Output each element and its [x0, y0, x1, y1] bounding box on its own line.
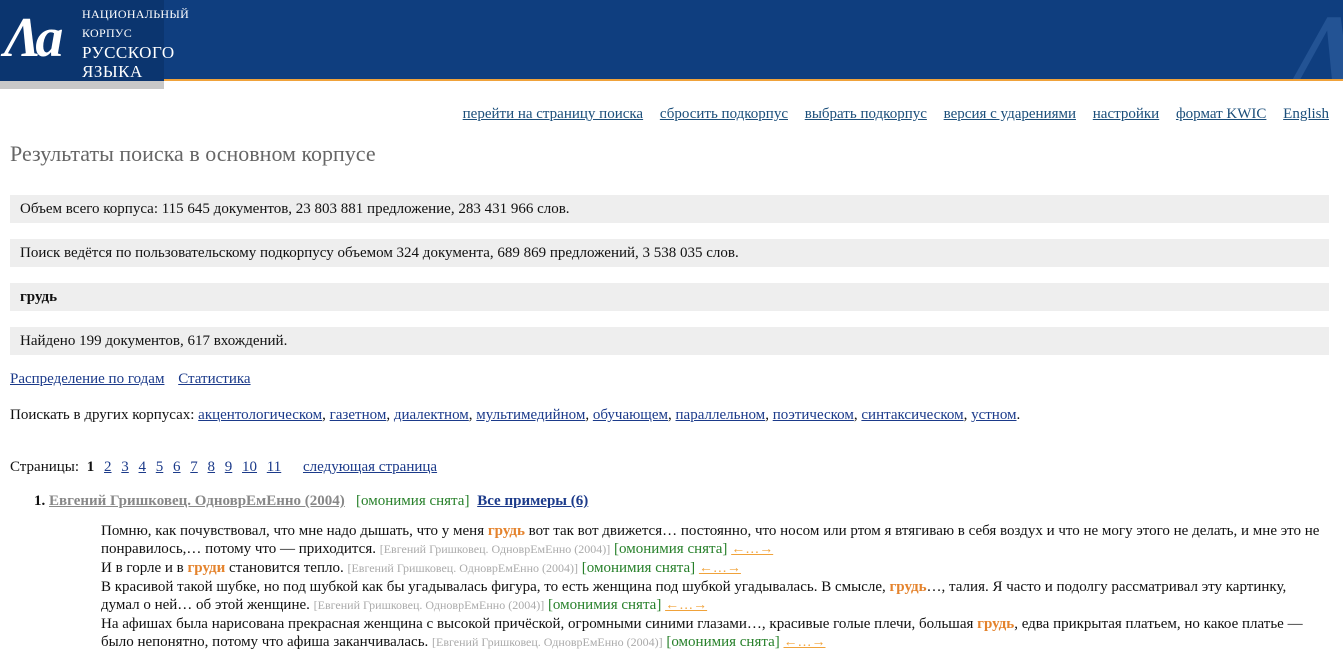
page-link[interactable]: 10	[242, 459, 257, 475]
snippet-source: [Евгений Гришковец. ОдноврЕмЕнно (2004)]	[347, 561, 579, 575]
snippet-homonymy: [омонимия снята]	[547, 597, 662, 613]
page-link[interactable]: 9	[225, 459, 233, 475]
statistics-link[interactable]: Статистика	[178, 371, 250, 387]
watermark-logo-icon: Λ	[1290, 0, 1343, 81]
year-distribution-link[interactable]: Распределение по годам	[10, 371, 164, 387]
corpus-link[interactable]: поэтическом	[773, 407, 854, 423]
homonymy-label: [омонимия снята]	[356, 493, 470, 509]
document-header: 1. Евгений Гришковец. ОдноврЕмЕнно (2004…	[34, 493, 588, 510]
other-corpora: Поискать в других корпусах: акцентологич…	[10, 407, 1021, 423]
page-link[interactable]: 6	[173, 459, 181, 475]
corpus-link[interactable]: мультимедийном	[476, 407, 585, 423]
snippet-hit: грудь	[889, 579, 927, 595]
page-title: Результаты поиска в основном корпусе	[10, 141, 376, 166]
expand-context-link[interactable]: ←…→	[699, 561, 741, 576]
snippet-hit: грудь	[977, 616, 1015, 632]
snippet-homonymy: [омонимия снята]	[614, 541, 728, 557]
corpus-link[interactable]: газетном	[330, 407, 387, 423]
nav-english[interactable]: English	[1283, 106, 1329, 122]
snippet: И в горле и в груди становится тепло. [Е…	[101, 559, 1326, 578]
nav-kwic-format[interactable]: формат KWIC	[1176, 106, 1266, 122]
snippet-hit: грудь	[487, 523, 525, 539]
other-corpora-label: Поискать в других корпусах:	[10, 407, 195, 423]
nav-reset-subcorpus[interactable]: сбросить подкорпус	[660, 106, 788, 122]
snippet: На афишах была нарисована прекрасная жен…	[101, 615, 1326, 652]
snippet-hit: груди	[187, 560, 226, 576]
page-link[interactable]: 8	[208, 459, 216, 475]
page-link[interactable]: 4	[139, 459, 147, 475]
corpus-size-box: Объем всего корпуса: 115 645 документов,…	[10, 195, 1329, 223]
page-link[interactable]: 7	[190, 459, 198, 475]
site-header: Λа НАЦИОНАЛЬНЫЙ КОРПУС РУССКОГО ЯЗЫКА Λ	[0, 0, 1343, 81]
expand-context-link[interactable]: ←…→	[731, 542, 773, 557]
page-link[interactable]: 3	[121, 459, 129, 475]
snippets-list: Помню, как почувствовал, что мне надо ды…	[101, 522, 1326, 652]
snippet-text: На афишах была нарисована прекрасная жен…	[101, 616, 978, 632]
expand-context-link[interactable]: ←…→	[665, 598, 707, 613]
subcorpus-box: Поиск ведётся по пользовательскому подко…	[10, 239, 1329, 267]
snippet-text: В красивой такой шубке, но под шубкой ка…	[101, 579, 890, 595]
corpus-link[interactable]: обучающем	[593, 407, 668, 423]
snippet-source: [Евгений Гришковец. ОдноврЕмЕнно (2004)]	[432, 635, 663, 649]
logo-line-2: РУССКОГО	[82, 43, 175, 62]
snippet-source: [Евгений Гришковец. ОдноврЕмЕнно (2004)]	[313, 598, 545, 612]
snippet-source: [Евгений Гришковец. ОдноврЕмЕнно (2004)]	[379, 542, 611, 556]
document-number: 1.	[34, 493, 46, 509]
nav-settings[interactable]: настройки	[1093, 106, 1159, 122]
current-page: 1	[86, 459, 95, 475]
next-page-link[interactable]: следующая страница	[303, 459, 437, 475]
query-box: грудь	[10, 283, 1329, 311]
snippet: Помню, как почувствовал, что мне надо ды…	[101, 522, 1326, 559]
snippet-text: становится тепло.	[225, 560, 348, 576]
all-examples-link[interactable]: Все примеры (6)	[477, 493, 588, 509]
found-box: Найдено 199 документов, 617 вхождений.	[10, 327, 1329, 355]
page-link[interactable]: 11	[267, 459, 281, 475]
corpus-link[interactable]: акцентологическом	[198, 407, 322, 423]
corpus-link[interactable]: диалектном	[394, 407, 469, 423]
pagination: Страницы: 1 2 3 4 5 6 7 8 9 10 11 следую…	[10, 459, 437, 476]
snippet-homonymy: [омонимия снята]	[581, 560, 696, 576]
document-title-link[interactable]: Евгений Гришковец. ОдноврЕмЕнно (2004)	[49, 493, 345, 509]
top-navigation: перейти на страницу поиска сбросить подк…	[450, 106, 1329, 123]
snippet-text: И в горле и в	[101, 560, 188, 576]
page-link[interactable]: 2	[104, 459, 112, 475]
header-grey-strip	[0, 81, 164, 89]
nav-search-page[interactable]: перейти на страницу поиска	[463, 106, 643, 122]
snippet-text: Помню, как почувствовал, что мне надо ды…	[101, 523, 488, 539]
logo-line-1: НАЦИОНАЛЬНЫЙ КОРПУС	[82, 7, 190, 40]
corpus-link[interactable]: параллельном	[676, 407, 766, 423]
page-link[interactable]: 5	[156, 459, 164, 475]
corpus-link[interactable]: устном	[971, 407, 1016, 423]
pages-label: Страницы:	[10, 459, 80, 475]
nav-stress-version[interactable]: версия с ударениями	[944, 106, 1076, 122]
corpus-link[interactable]: синтаксическом	[861, 407, 963, 423]
stats-links: Распределение по годам Статистика	[10, 371, 261, 388]
snippet: В красивой такой шубке, но под шубкой ка…	[101, 578, 1326, 615]
logo-icon: Λа	[4, 7, 63, 69]
header-accent-line	[164, 79, 1343, 81]
logo-text: НАЦИОНАЛЬНЫЙ КОРПУС РУССКОГО ЯЗЫКА	[82, 5, 189, 81]
logo-block[interactable]: Λа НАЦИОНАЛЬНЫЙ КОРПУС РУССКОГО ЯЗЫКА	[0, 0, 189, 81]
nav-select-subcorpus[interactable]: выбрать подкорпус	[805, 106, 927, 122]
